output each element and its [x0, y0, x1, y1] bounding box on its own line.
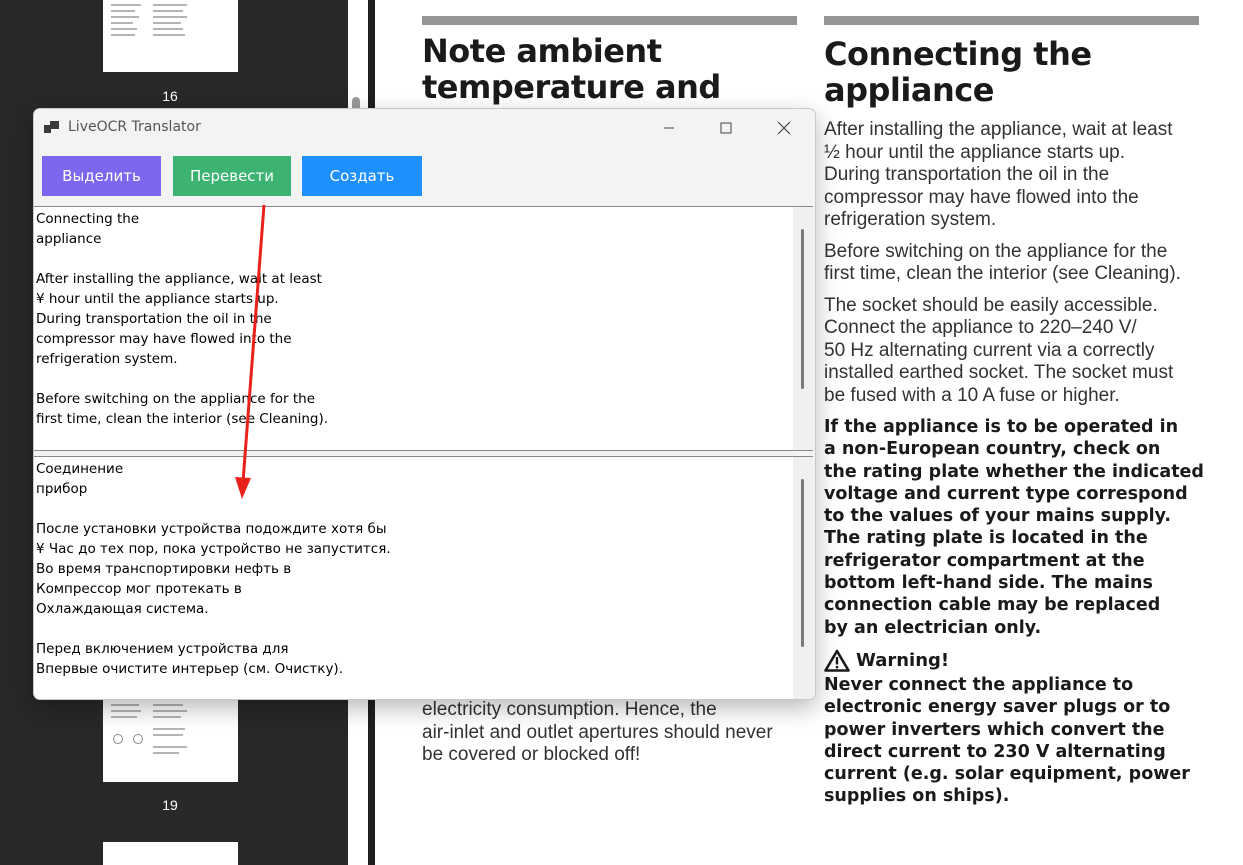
paragraph: The socket should be easily accessible. … [824, 294, 1174, 406]
paragraph: Before switching on the appliance for th… [824, 240, 1181, 285]
thumbnail-page-number: 19 [162, 797, 178, 813]
warning-title: Warning! [856, 649, 950, 671]
close-icon [777, 121, 791, 135]
app-icon [44, 121, 59, 133]
page-thumbnail[interactable] [103, 698, 238, 782]
title-bar[interactable]: LiveOCR Translator [34, 109, 815, 145]
scrollbar-thumb[interactable] [801, 229, 804, 389]
warning-text: Never connect the appliance to electroni… [824, 674, 1190, 807]
scrollbar-thumb[interactable] [801, 479, 804, 647]
source-scrollbar[interactable] [793, 207, 813, 450]
source-text: Connecting the appliance After installin… [36, 211, 329, 427]
translate-button[interactable]: Перевести [173, 156, 291, 196]
translator-window: LiveOCR Translator Выделить Перевести Со… [33, 108, 816, 700]
warning-icon [824, 650, 850, 673]
translated-text-box[interactable]: Соединение прибор После установки устрой… [34, 456, 813, 699]
page-thumbnail[interactable] [103, 0, 238, 72]
column-rule [422, 16, 797, 25]
right-column-heading: Connecting the appliance [824, 35, 1092, 109]
minimize-button[interactable] [646, 114, 692, 142]
translated-text: Соединение прибор После установки устрой… [36, 461, 391, 677]
paragraph: After installing the appliance, wait at … [824, 119, 1173, 230]
maximize-icon [720, 122, 732, 134]
create-button[interactable]: Создать [302, 156, 422, 196]
warning-heading: Warning! [824, 648, 1214, 674]
left-column-tail-text: electricity consumption. Hence, the air-… [422, 699, 773, 765]
window-title: LiveOCR Translator [68, 119, 201, 135]
left-column-heading: Note ambient temperature and [422, 32, 721, 106]
close-button[interactable] [761, 114, 807, 142]
column-rule [824, 16, 1199, 25]
page-thumbnail[interactable] [103, 842, 238, 865]
thumbnail-page-number: 16 [162, 88, 178, 104]
select-button[interactable]: Выделить [42, 156, 161, 196]
translated-scrollbar[interactable] [793, 457, 813, 699]
minimize-icon [664, 127, 674, 129]
right-column: Connecting the appliance After installin… [824, 36, 1214, 817]
bold-paragraph: If the appliance is to be operated in a … [824, 417, 1204, 638]
maximize-button[interactable] [703, 114, 749, 142]
source-text-box[interactable]: Connecting the appliance After installin… [34, 206, 813, 451]
